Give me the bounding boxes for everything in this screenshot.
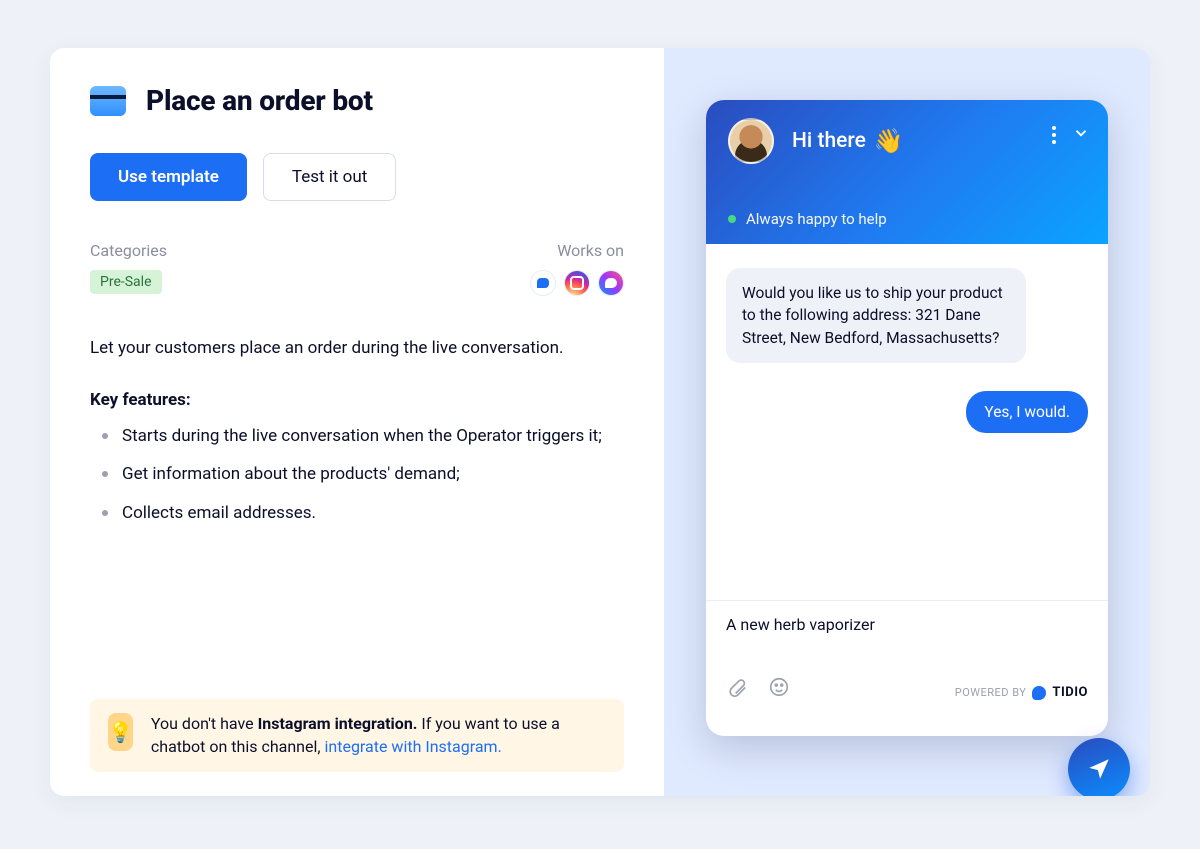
- use-template-button[interactable]: Use template: [90, 153, 247, 201]
- categories-block: Categories Pre-Sale: [90, 241, 167, 294]
- powered-brand: TIDIO: [1052, 685, 1088, 700]
- feature-item: Starts during the live conversation when…: [94, 424, 624, 449]
- status-text: Always happy to help: [746, 210, 887, 228]
- preview-panel: Hi there 👋 Always happy to help: [664, 48, 1150, 796]
- action-buttons: Use template Test it out: [90, 153, 624, 201]
- features-title: Key features:: [90, 390, 624, 410]
- left-panel: Place an order bot Use template Test it …: [50, 48, 664, 796]
- online-dot-icon: [728, 215, 736, 223]
- chat-input[interactable]: A new herb vaporizer: [726, 615, 1088, 634]
- page-title: Place an order bot: [146, 84, 373, 117]
- feature-item: Collects email addresses.: [94, 501, 624, 526]
- chat-status: Always happy to help: [728, 210, 887, 228]
- powered-label: POWERED BY: [955, 686, 1027, 699]
- meta-row: Categories Pre-Sale Works on: [90, 241, 624, 296]
- test-it-out-button[interactable]: Test it out: [263, 153, 396, 201]
- chat-body: Would you like us to ship your product t…: [706, 244, 1108, 600]
- user-message: Yes, I would.: [966, 391, 1088, 433]
- chat-greeting: Hi there 👋: [792, 127, 904, 155]
- kebab-menu-icon[interactable]: [1052, 126, 1056, 144]
- category-tag[interactable]: Pre-Sale: [90, 270, 162, 294]
- tip-banner: 💡 You don't have Instagram integration. …: [90, 699, 624, 772]
- attachment-icon[interactable]: [726, 676, 748, 702]
- chat-input-area: A new herb vaporizer POWERED BY TIDIO: [706, 600, 1108, 716]
- channel-icons: [530, 270, 624, 296]
- chat-header-controls: [1052, 124, 1090, 146]
- user-message-row: Yes, I would.: [726, 391, 1088, 433]
- description: Let your customers place an order during…: [90, 336, 624, 362]
- card-icon: [90, 86, 126, 116]
- chevron-down-icon[interactable]: [1072, 124, 1090, 146]
- bot-message: Would you like us to ship your product t…: [726, 268, 1026, 363]
- features-list: Starts during the live conversation when…: [90, 424, 624, 526]
- emoji-icon[interactable]: [768, 676, 790, 702]
- chat-header-top: Hi there 👋: [728, 118, 1086, 164]
- tip-text: You don't have Instagram integration. If…: [151, 713, 606, 758]
- title-row: Place an order bot: [90, 84, 624, 117]
- tip-strong: Instagram integration.: [258, 714, 418, 733]
- messenger-channel-icon[interactable]: [598, 270, 624, 296]
- lightbulb-icon: 💡: [108, 713, 133, 751]
- instagram-channel-icon[interactable]: [564, 270, 590, 296]
- greeting-text: Hi there: [792, 129, 866, 153]
- chat-channel-icon[interactable]: [530, 270, 556, 296]
- template-detail-card: Place an order bot Use template Test it …: [50, 48, 1150, 796]
- tip-lead: You don't have: [151, 714, 258, 733]
- send-button[interactable]: [1068, 738, 1130, 796]
- tip-link[interactable]: integrate with Instagram.: [325, 737, 502, 756]
- works-on-block: Works on: [530, 241, 624, 296]
- categories-label: Categories: [90, 241, 167, 260]
- avatar: [728, 118, 774, 164]
- tidio-logo-icon: [1032, 686, 1046, 700]
- works-on-label: Works on: [530, 241, 624, 260]
- wave-icon: 👋: [874, 127, 904, 155]
- powered-by[interactable]: POWERED BY TIDIO: [955, 685, 1088, 700]
- chat-widget: Hi there 👋 Always happy to help: [706, 100, 1108, 736]
- chat-toolbar: [726, 676, 790, 702]
- chat-header: Hi there 👋 Always happy to help: [706, 100, 1108, 244]
- feature-item: Get information about the products' dema…: [94, 462, 624, 487]
